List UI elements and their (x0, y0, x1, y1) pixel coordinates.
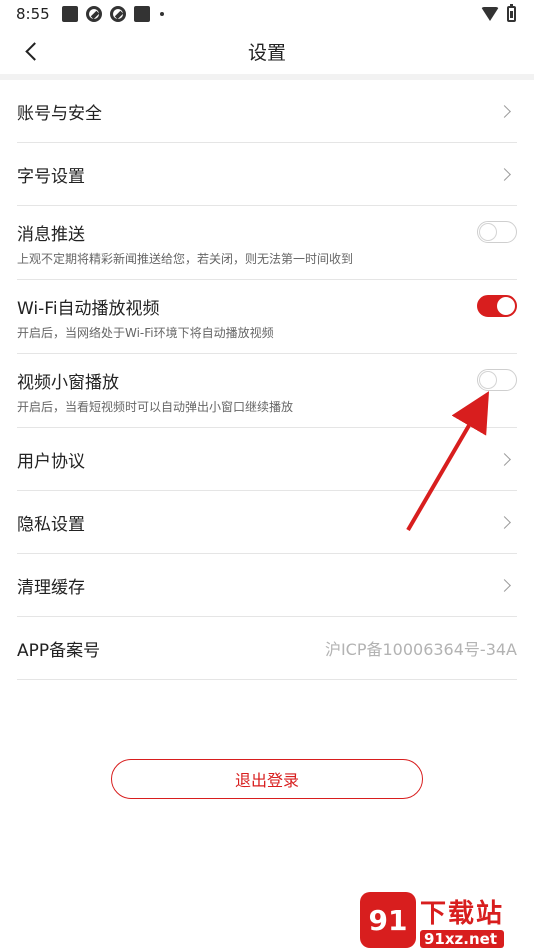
logout-label: 退出登录 (234, 771, 299, 790)
row-label: 视频小窗播放 (17, 372, 119, 393)
settings-row-privacy[interactable]: 隐私设置 (17, 491, 517, 554)
chevron-right-icon (498, 104, 511, 118)
notification-square-icon (133, 6, 150, 22)
push-toggle[interactable] (477, 221, 517, 243)
row-description: 开启后，当看短视频时可以自动弹出小窗口继续播放 (17, 400, 294, 414)
page-title: 设置 (247, 41, 286, 64)
row-label: 消息推送 (17, 224, 85, 245)
notification-icons (61, 6, 164, 22)
settings-row-mini-window: 视频小窗播放 开启后，当看短视频时可以自动弹出小窗口继续播放 (17, 354, 517, 428)
notification-dot-icon (159, 12, 164, 16)
chevron-right-icon (498, 515, 511, 529)
logout-button[interactable]: 退出登录 (111, 759, 423, 799)
settings-row-push: 消息推送 上观不定期将精彩新闻推送给您，若关闭，则无法第一时间收到 (17, 206, 517, 280)
toggle-knob (497, 297, 515, 315)
settings-list: 账号与安全 字号设置 消息推送 上观不定期将精彩新闻推送给您，若关闭，则无法第一… (0, 80, 534, 680)
settings-row-icp: APP备案号 沪ICP备10006364号-34A (17, 617, 517, 680)
chevron-right-icon (498, 167, 511, 181)
row-label: 清理缓存 (17, 577, 85, 598)
watermark-logo: 91 (360, 892, 416, 948)
site-watermark: 91 下载站 91xz.net (360, 890, 530, 950)
row-label: Wi-Fi自动播放视频 (17, 298, 160, 319)
watermark-title: 下载站 (420, 898, 505, 929)
settings-row-account-security[interactable]: 账号与安全 (17, 80, 517, 143)
row-label: 隐私设置 (17, 514, 85, 535)
row-description: 上观不定期将精彩新闻推送给您，若关闭，则无法第一时间收到 (17, 252, 354, 266)
row-label: 账号与安全 (17, 103, 102, 124)
settings-row-font-size[interactable]: 字号设置 (17, 143, 517, 206)
back-arrow-icon (24, 41, 44, 61)
notification-circle-icon (85, 6, 102, 22)
icp-number: 沪ICP备10006364号-34A (324, 640, 517, 659)
settings-row-user-agreement[interactable]: 用户协议 (17, 428, 517, 491)
back-button[interactable] (18, 38, 44, 64)
settings-row-wifi-autoplay: Wi-Fi自动播放视频 开启后，当网络处于Wi-Fi环境下将自动播放视频 (17, 280, 517, 354)
mini-window-toggle[interactable] (477, 369, 517, 391)
row-label: 用户协议 (17, 451, 85, 472)
wifi-icon (481, 7, 499, 21)
toggle-knob (479, 223, 497, 241)
system-icons (481, 4, 516, 22)
notification-square-icon (61, 6, 78, 22)
status-bar: 8:55 (0, 0, 534, 28)
row-label: 字号设置 (17, 166, 85, 187)
nav-bar: 设置 (0, 28, 534, 74)
notification-circle-icon (109, 6, 126, 22)
chevron-right-icon (498, 452, 511, 466)
battery-icon (507, 4, 516, 22)
chevron-right-icon (498, 578, 511, 592)
toggle-knob (479, 371, 497, 389)
row-description: 开启后，当网络处于Wi-Fi环境下将自动播放视频 (17, 326, 274, 340)
settings-row-clear-cache[interactable]: 清理缓存 (17, 554, 517, 617)
watermark-url: 91xz.net (420, 929, 505, 948)
wifi-autoplay-toggle[interactable] (477, 295, 517, 317)
status-time: 8:55 (16, 5, 50, 23)
row-label: APP备案号 (17, 640, 101, 661)
